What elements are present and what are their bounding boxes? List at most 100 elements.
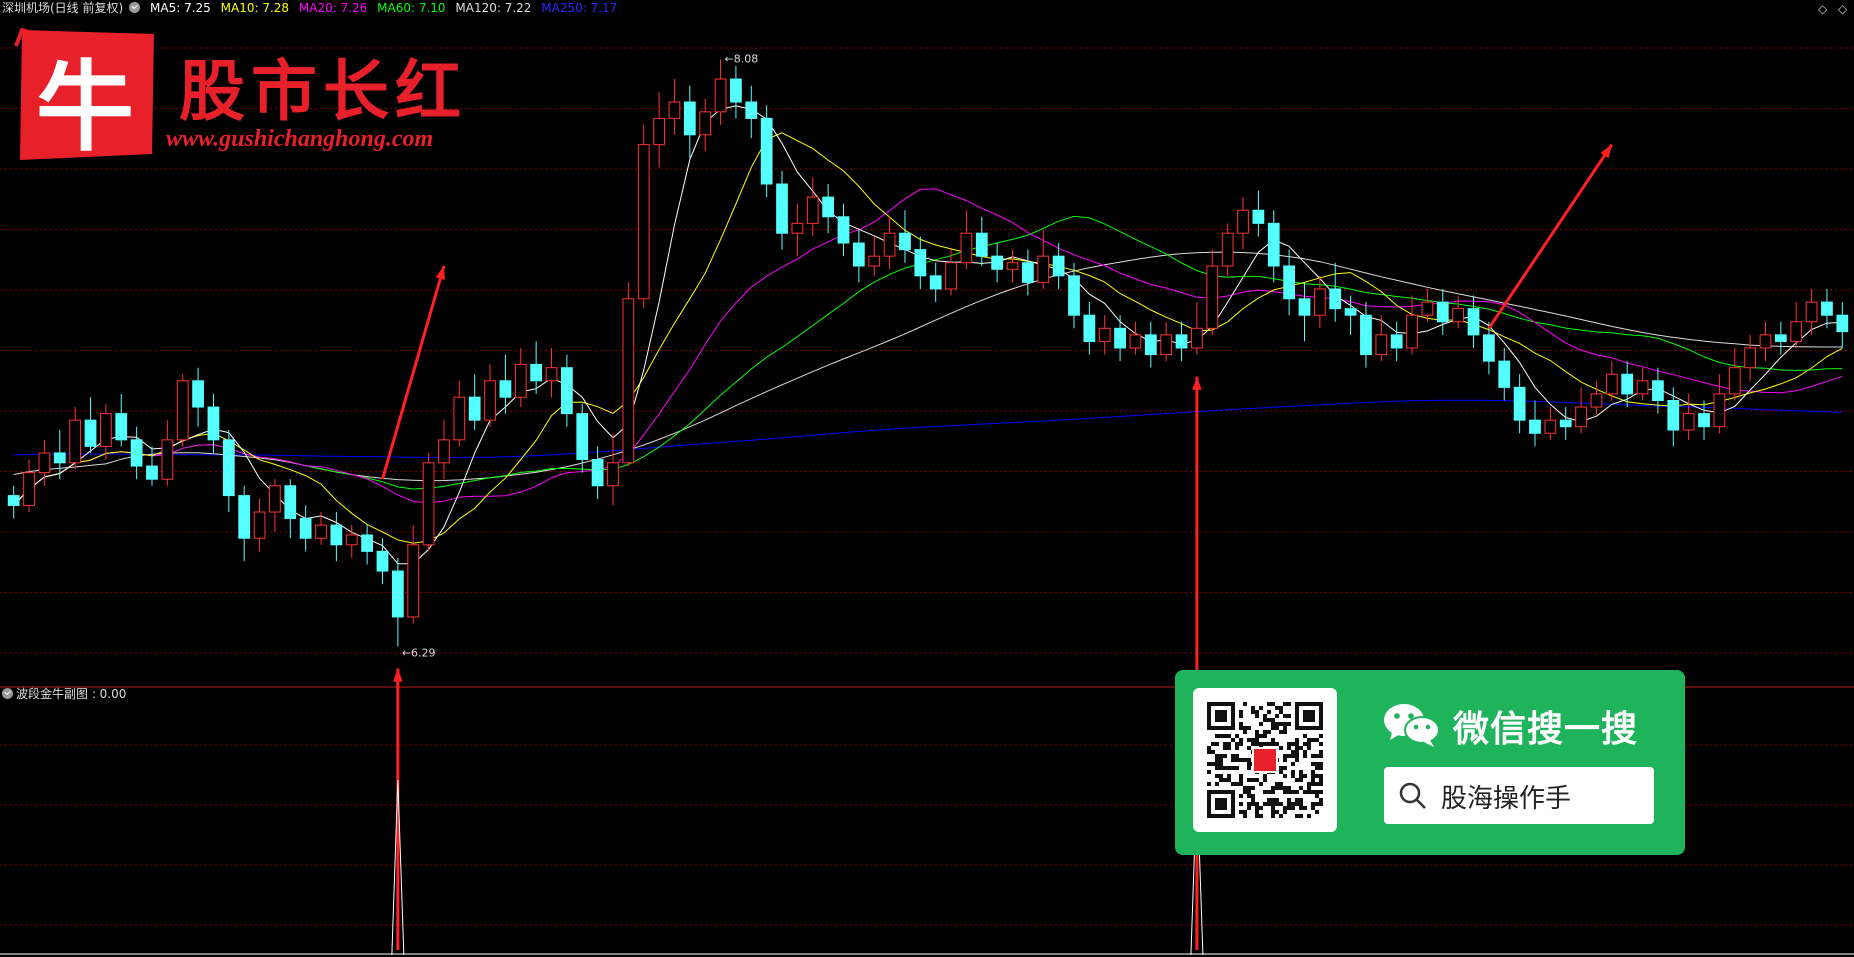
candle [1682, 413, 1695, 431]
wechat-search-banner: 微信搜一搜 股海操作手 [1175, 670, 1685, 855]
candle [84, 419, 97, 447]
candle [1728, 367, 1741, 395]
legend-ma5: MA5: 7.25 [150, 1, 211, 15]
candle [637, 144, 650, 300]
candle [1221, 232, 1234, 267]
candle [1774, 334, 1787, 342]
candle [1267, 222, 1280, 267]
search-icon [1399, 782, 1426, 809]
candle [1652, 380, 1664, 401]
candle [1098, 327, 1111, 342]
legend-ma250: MA250: 7.17 [541, 1, 618, 15]
candle [745, 101, 758, 119]
candle [1191, 327, 1203, 349]
candle [975, 232, 988, 257]
logo-mark: 牛 [36, 50, 135, 165]
candle [1759, 334, 1772, 349]
candle [929, 275, 942, 290]
diamond-icon[interactable]: ◇ [1838, 2, 1847, 16]
candle [653, 117, 665, 146]
candle [1360, 314, 1372, 356]
candle [1083, 314, 1096, 342]
candle [1713, 393, 1726, 428]
candle [1022, 262, 1034, 283]
candle [714, 78, 727, 113]
candle [1621, 373, 1634, 395]
candle [591, 459, 604, 487]
candle [730, 78, 742, 103]
candle [1160, 334, 1173, 356]
candle [1329, 288, 1342, 310]
candle [1836, 314, 1849, 333]
legend-ma60: MA60: 7.10 [377, 1, 446, 15]
settings-toggle-icon[interactable] [2, 688, 13, 699]
site-logo: 牛 股市长红 www.gushichanghong.com [14, 26, 514, 166]
candle [883, 232, 896, 257]
candle [1406, 314, 1418, 349]
candle [1144, 334, 1157, 356]
candle [1068, 275, 1080, 316]
candle [1129, 334, 1142, 349]
candle [1436, 301, 1449, 323]
low-price-label: ←6.29 [402, 646, 436, 659]
chart-legend: 深圳机场(日线 前复权) MA5: 7.25 MA10: 7.28 MA20: … [2, 0, 623, 17]
candle [422, 462, 435, 546]
candle [852, 242, 865, 267]
candle [499, 380, 512, 398]
candle [1744, 347, 1756, 369]
candle [899, 232, 911, 251]
candle [776, 183, 788, 234]
candle [330, 524, 343, 546]
candle [53, 452, 66, 464]
diamond-icon[interactable]: ◇ [1818, 2, 1827, 16]
wechat-icon [1384, 704, 1440, 747]
candle [161, 439, 174, 480]
candle [345, 534, 358, 546]
ma20-line [13, 188, 1843, 506]
candle [991, 255, 1004, 270]
candle [622, 298, 635, 464]
settings-toggle-icon[interactable] [129, 2, 141, 13]
candle [1575, 406, 1587, 428]
candle [299, 518, 312, 539]
legend-ma10: MA10: 7.28 [220, 1, 290, 15]
high-price-label: ←8.08 [725, 52, 759, 65]
candle [253, 511, 266, 539]
logo-title: 股市长红 [179, 52, 467, 130]
candle [914, 249, 927, 277]
candle [1467, 308, 1480, 336]
candle [1805, 301, 1818, 323]
signal-arrow-head [1192, 376, 1202, 390]
candle [1390, 334, 1403, 349]
candle [1237, 209, 1249, 234]
signal-arrow-head [393, 668, 403, 682]
stock-title: 深圳机场(日线 前复权) [2, 1, 124, 15]
candle [760, 117, 773, 185]
candle [1544, 419, 1557, 434]
candle [130, 439, 143, 467]
candle [1283, 265, 1295, 300]
wechat-search-box[interactable]: 股海操作手 [1384, 767, 1654, 824]
candle [1821, 301, 1833, 316]
candle [1298, 298, 1311, 316]
wechat-title: 微信搜一搜 [1453, 709, 1639, 750]
candle [100, 413, 112, 447]
candle [1252, 209, 1265, 224]
candle [284, 485, 297, 520]
candle [1052, 255, 1065, 277]
ma10-line [13, 132, 1843, 544]
candle [38, 452, 51, 474]
candle [376, 550, 389, 572]
candle [607, 462, 619, 487]
candle [791, 222, 804, 234]
candle [1175, 334, 1188, 349]
candle [238, 495, 251, 539]
candle [1636, 380, 1649, 395]
legend-ma120: MA120: 7.22 [455, 1, 532, 15]
candle [438, 439, 450, 464]
logo-url: www.gushichanghong.com [166, 126, 434, 152]
candle [1790, 321, 1803, 342]
candle [1114, 327, 1126, 349]
trend-arrow [381, 265, 446, 480]
candle [269, 485, 281, 513]
